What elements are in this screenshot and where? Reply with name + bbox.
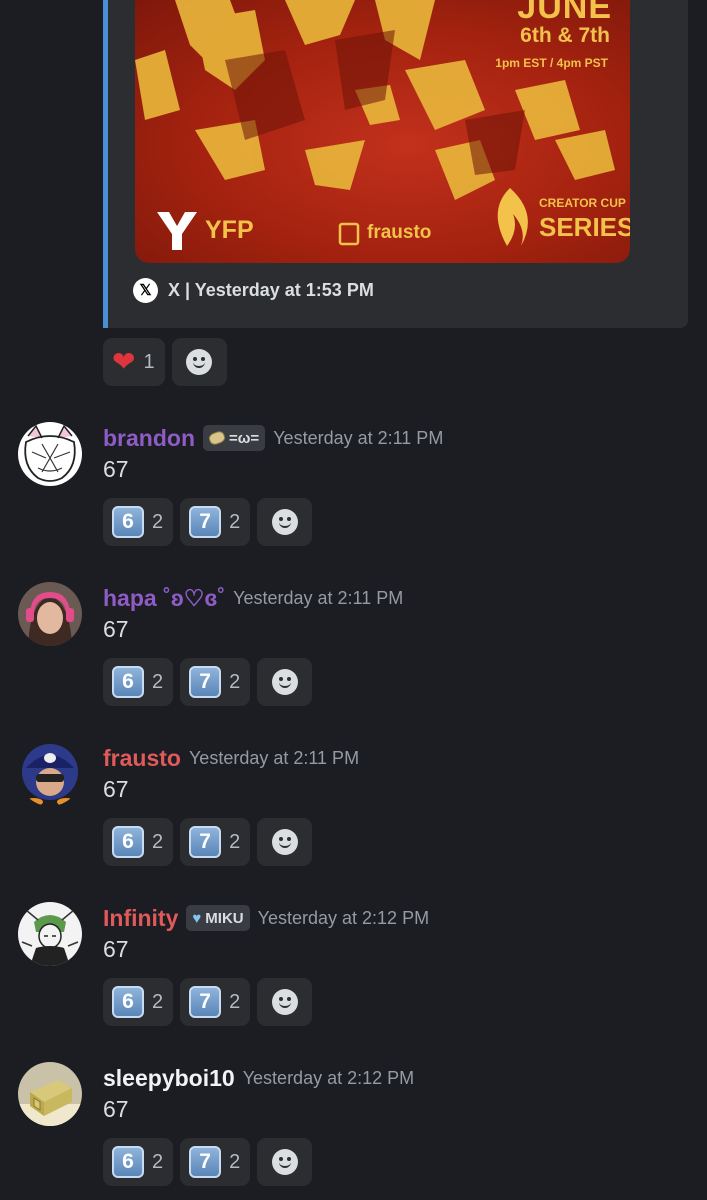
add-reaction-icon <box>271 989 298 1015</box>
link-embed: JUNE 6th & 7th 1pm EST / 4pm PST YFP fra… <box>103 0 688 328</box>
message-reactions: 6 2 7 2 <box>103 498 313 546</box>
keycap-digit-7-icon: 7 <box>189 986 222 1018</box>
keycap-digit-7-icon: 7 <box>189 826 222 858</box>
chat-message: brandon =ω= Yesterday at 2:11 PM 67 6 2 … <box>0 422 707 582</box>
reaction-count: 2 <box>229 990 241 1013</box>
add-reaction-icon <box>271 829 298 855</box>
message-header: brandon =ω= Yesterday at 2:11 PM <box>103 422 443 454</box>
x-logo-icon: 𝕏 <box>133 277 158 303</box>
avatar[interactable] <box>18 582 82 646</box>
keycap-digit-7-icon: 7 <box>189 1146 222 1178</box>
blue-heart-icon: ♥ <box>192 909 202 927</box>
embed-image[interactable]: JUNE 6th & 7th 1pm EST / 4pm PST YFP fra… <box>135 0 630 263</box>
reaction-count: 2 <box>229 510 241 533</box>
keycap-digit-6-icon: 6 <box>112 666 144 698</box>
reaction-count: 2 <box>229 1150 241 1173</box>
message-header: sleepyboi10 Yesterday at 2:12 PM <box>103 1062 414 1094</box>
chat-message: sleepyboi10 Yesterday at 2:12 PM 67 6 2 … <box>0 1062 707 1200</box>
user-tag-text: MIKU <box>205 909 244 927</box>
reaction-count: 1 <box>143 350 155 373</box>
poster-brand-yfp: YFP <box>205 216 254 244</box>
reaction-keycap-7[interactable]: 7 2 <box>180 818 251 866</box>
timestamp: Yesterday at 2:11 PM <box>233 587 404 608</box>
message-content: 67 <box>103 776 129 802</box>
avatar[interactable] <box>18 422 82 486</box>
keycap-digit-7-icon: 7 <box>189 506 222 538</box>
username[interactable]: hapa ˚ʚ♡ɞ˚ <box>103 585 225 612</box>
user-tag-text: =ω= <box>229 429 260 447</box>
reaction-heart[interactable]: ❤ 1 <box>103 338 165 386</box>
add-reaction-button[interactable] <box>257 978 313 1026</box>
reaction-count: 2 <box>229 830 241 853</box>
chat-message: frausto Yesterday at 2:11 PM 67 6 2 7 2 <box>0 742 707 902</box>
reaction-keycap-6[interactable]: 6 2 <box>103 978 174 1026</box>
user-tag[interactable]: ♥ MIKU <box>186 905 250 931</box>
poster-time: 1pm EST / 4pm PST <box>495 56 608 70</box>
add-reaction-icon <box>271 669 298 695</box>
message-reactions: 6 2 7 2 <box>103 1138 313 1186</box>
username[interactable]: Infinity <box>103 905 178 932</box>
keycap-digit-6-icon: 6 <box>112 826 144 858</box>
embed-footer: 𝕏 X | Yesterday at 1:53 PM <box>133 277 374 303</box>
potato-icon <box>207 429 227 447</box>
reaction-keycap-7[interactable]: 7 2 <box>180 978 251 1026</box>
chat-message: Infinity ♥ MIKU Yesterday at 2:12 PM 67 6… <box>0 902 707 1062</box>
poster-series: SERIES <box>539 212 630 242</box>
timestamp: Yesterday at 2:12 PM <box>242 1067 415 1088</box>
reaction-keycap-7[interactable]: 7 2 <box>180 1138 251 1186</box>
username[interactable]: sleepyboi10 <box>103 1065 235 1092</box>
message-content: 67 <box>103 1096 129 1122</box>
avatar[interactable] <box>18 742 82 806</box>
reaction-keycap-6[interactable]: 6 2 <box>103 498 174 546</box>
chat-message: hapa ˚ʚ♡ɞ˚ Yesterday at 2:11 PM 67 6 2 7… <box>0 582 707 742</box>
reaction-count: 2 <box>152 510 164 533</box>
add-reaction-button[interactable] <box>171 338 227 386</box>
add-reaction-icon <box>271 1149 298 1175</box>
message-content: 67 <box>103 616 129 642</box>
reaction-keycap-6[interactable]: 6 2 <box>103 818 174 866</box>
avatar[interactable] <box>18 1062 82 1126</box>
add-reaction-button[interactable] <box>257 1138 313 1186</box>
reaction-count: 2 <box>152 1150 164 1173</box>
timestamp: Yesterday at 2:11 PM <box>188 747 360 768</box>
username[interactable]: frausto <box>103 745 181 772</box>
reaction-count: 2 <box>152 990 164 1013</box>
red-heart-icon: ❤ <box>112 345 136 378</box>
keycap-digit-6-icon: 6 <box>112 986 144 1018</box>
add-reaction-icon <box>186 349 213 375</box>
message-header: Infinity ♥ MIKU Yesterday at 2:12 PM <box>103 902 429 934</box>
message-content: 67 <box>103 456 129 482</box>
reaction-keycap-6[interactable]: 6 2 <box>103 658 174 706</box>
user-tag[interactable]: =ω= <box>203 425 266 451</box>
message-header: hapa ˚ʚ♡ɞ˚ Yesterday at 2:11 PM <box>103 582 403 614</box>
message-reactions: 6 2 7 2 <box>103 658 313 706</box>
reaction-count: 2 <box>152 670 164 693</box>
message-content: 67 <box>103 936 129 962</box>
timestamp: Yesterday at 2:12 PM <box>257 907 430 928</box>
keycap-digit-7-icon: 7 <box>189 666 222 698</box>
reaction-count: 2 <box>229 670 241 693</box>
poster-creator-cup: CREATOR CUP <box>539 196 626 210</box>
poster-month: JUNE <box>517 0 612 26</box>
add-reaction-button[interactable] <box>257 818 313 866</box>
avatar[interactable] <box>18 902 82 966</box>
add-reaction-button[interactable] <box>257 658 313 706</box>
add-reaction-button[interactable] <box>257 498 313 546</box>
poster-brand-frausto: frausto <box>367 222 432 243</box>
embed-footer-text: X | Yesterday at 1:53 PM <box>168 279 374 300</box>
username[interactable]: brandon <box>103 425 195 452</box>
keycap-digit-6-icon: 6 <box>112 1146 144 1178</box>
reaction-keycap-7[interactable]: 7 2 <box>180 498 251 546</box>
reaction-keycap-7[interactable]: 7 2 <box>180 658 251 706</box>
poster-dates: 6th & 7th <box>520 24 610 47</box>
message-reactions: 6 2 7 2 <box>103 818 313 866</box>
message-header: frausto Yesterday at 2:11 PM <box>103 742 359 774</box>
add-reaction-icon <box>271 509 298 535</box>
reaction-count: 2 <box>152 830 164 853</box>
message-reactions: 6 2 7 2 <box>103 978 313 1026</box>
reaction-keycap-6[interactable]: 6 2 <box>103 1138 174 1186</box>
embed-reactions: ❤ 1 <box>103 338 227 386</box>
keycap-digit-6-icon: 6 <box>112 506 144 538</box>
timestamp: Yesterday at 2:11 PM <box>273 427 444 448</box>
